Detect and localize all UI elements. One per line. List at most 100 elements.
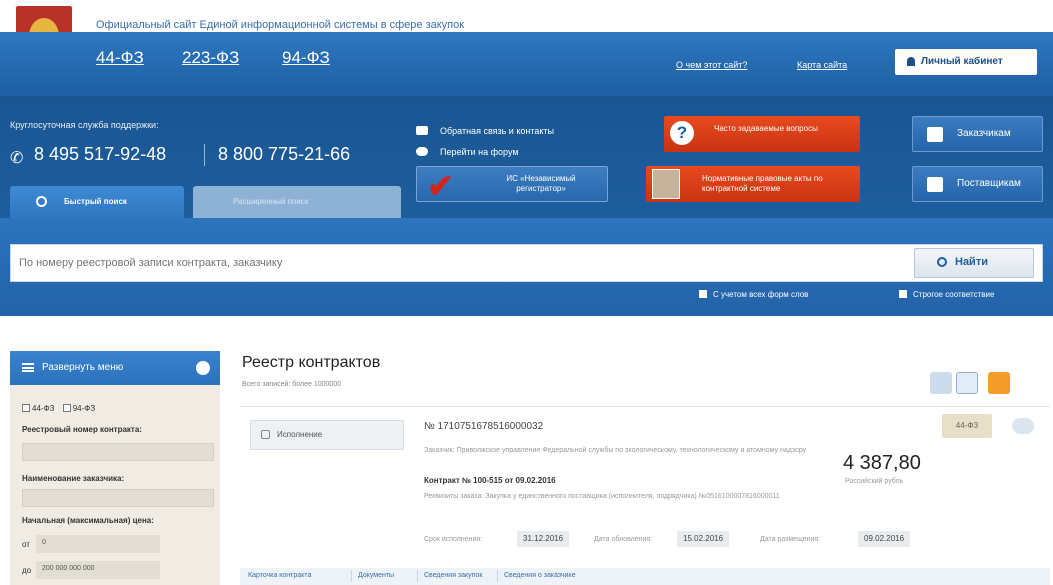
checkmark-icon: ✔ — [427, 168, 454, 204]
search-input[interactable] — [11, 245, 891, 281]
from-label: от — [22, 540, 30, 549]
price-currency: Российский рубль — [845, 478, 904, 485]
law-link-223[interactable]: 223-ФЗ — [182, 48, 239, 68]
download-icon[interactable] — [956, 372, 978, 394]
status-icon — [261, 430, 270, 439]
all-forms-checkbox[interactable]: С учетом всех форм слов — [699, 290, 808, 299]
publish-date: 09.02.2016 — [858, 531, 911, 547]
eye-icon[interactable] — [930, 372, 952, 394]
legal-acts-button[interactable]: Нормативные правовые акты по контрактной… — [646, 166, 860, 202]
find-button[interactable]: Найти — [914, 248, 1034, 278]
status-label: Исполнение — [277, 430, 323, 439]
mail-icon — [416, 126, 428, 135]
support-phone-2: 8 800 775-21-66 — [218, 144, 351, 164]
cabinet-label: Личный кабинет — [921, 56, 1003, 67]
tab-purchase-info[interactable]: Сведения закупок — [424, 572, 482, 579]
top-navbar: 44-ФЗ 223-ФЗ 94-ФЗ О чем этот сайт? Карт… — [0, 32, 1053, 96]
law-94-label: 94-ФЗ — [72, 404, 96, 413]
update-date: 15.02.2016 — [677, 531, 730, 547]
support-phone-1: 8 495 517-92-48 — [34, 144, 167, 164]
publish-date-label: Дата размещения: — [760, 536, 821, 543]
contract-line: Контракт № 100-515 от 09.02.2016 — [424, 476, 556, 485]
tab-documents[interactable]: Документы — [358, 572, 394, 579]
registrator-button[interactable]: ✔ ИС «Независимый регистратор» — [416, 166, 608, 202]
price-to-field[interactable]: 200 000 000 000 — [36, 561, 160, 579]
chat-icon — [416, 147, 428, 156]
suppliers-label: Поставщикам — [957, 178, 1021, 189]
briefcase-icon — [927, 127, 943, 142]
faq-label: Часто задаваемые вопросы — [714, 124, 818, 133]
expand-menu-button[interactable]: Развернуть меню — [10, 351, 220, 385]
personal-cabinet-button[interactable]: Личный кабинет — [895, 49, 1037, 75]
tab-advanced-label: Расширенный поиск — [233, 197, 309, 206]
all-forms-label: С учетом всех форм слов — [713, 290, 809, 299]
forum-link[interactable]: Перейти на форум — [440, 147, 519, 157]
tab-contract-card[interactable]: Карточка контракта — [248, 572, 311, 579]
phone-separator — [204, 144, 205, 166]
lock-icon — [907, 57, 915, 66]
reg-number-field[interactable] — [22, 443, 214, 461]
tab-customer-info[interactable]: Сведения о заказчике — [504, 572, 575, 579]
law-44-label: 44-ФЗ — [32, 404, 55, 413]
exec-date-label: Срок исполнения: — [424, 536, 483, 543]
info-panel: Круглосуточная служба поддержки: ✆ 8 495… — [0, 96, 1053, 218]
status-badge: Исполнение — [250, 420, 404, 450]
checkbox-box — [62, 404, 71, 412]
exact-match-label: Строгое соответствие — [913, 290, 995, 299]
gift-icon — [927, 177, 943, 192]
tab-quick-label: Быстрый поиск — [64, 197, 127, 206]
update-date-label: Дата обновления: — [594, 536, 653, 543]
law-link-44[interactable]: 44-ФЗ — [96, 48, 144, 68]
tab-separator — [417, 570, 418, 582]
exec-date: 31.12.2016 — [517, 531, 570, 547]
price-from-field[interactable]: 0 — [36, 535, 160, 553]
search-circle-icon — [36, 196, 47, 207]
law-94-checkbox[interactable]: 94-ФЗ — [62, 404, 96, 413]
to-label: до — [22, 566, 32, 575]
about-link[interactable]: О чем этот сайт? — [676, 60, 747, 70]
contract-price: 4 387,80 — [843, 452, 921, 474]
question-icon: ? — [670, 121, 694, 145]
checkbox-box — [699, 290, 707, 298]
sitemap-link[interactable]: Карта сайта — [797, 60, 847, 70]
rss-icon[interactable] — [988, 372, 1010, 394]
phone-icon: ✆ — [10, 150, 24, 167]
customer-description: Заказчик: Приволжское управление Федерал… — [424, 447, 807, 454]
law-checkboxes: 44-ФЗ 94-ФЗ — [22, 404, 95, 413]
registrator-label: ИС «Независимый регистратор» — [506, 174, 576, 193]
page-title: Реестр контрактов — [242, 354, 381, 371]
faq-button[interactable]: ? Часто задаваемые вопросы — [664, 116, 860, 152]
toggle-circle-icon[interactable] — [196, 361, 210, 375]
law-44-checkbox[interactable]: 44-ФЗ — [22, 404, 54, 413]
exact-match-checkbox[interactable]: Строгое соответствие — [899, 290, 994, 299]
hamburger-icon — [22, 363, 34, 372]
reg-number-label: Реестровый номер контракта: — [22, 425, 142, 434]
search-box — [10, 244, 1043, 282]
legal-label: Нормативные правовые акты по контрактной… — [702, 174, 823, 193]
tab-advanced-search[interactable]: Расширенный поиск — [193, 186, 401, 218]
feedback-link[interactable]: Обратная связь и контакты — [440, 126, 554, 136]
tab-quick-search[interactable]: Быстрый поиск — [10, 186, 184, 218]
customer-name-label: Наименование заказчика: — [22, 474, 125, 483]
customer-name-field[interactable] — [22, 489, 214, 507]
contract-number[interactable]: № 1710751678516000032 — [424, 421, 543, 432]
suppliers-button[interactable]: Поставщикам — [912, 166, 1043, 202]
expand-menu-label: Развернуть меню — [42, 362, 124, 373]
search-icon — [937, 257, 947, 267]
view-eye-icon[interactable] — [1012, 418, 1034, 434]
find-label: Найти — [955, 256, 988, 268]
checkbox-box — [22, 404, 30, 412]
customers-button[interactable]: Заказчикам — [912, 116, 1043, 152]
tab-separator — [351, 570, 352, 582]
law-badge: 44-ФЗ — [942, 414, 992, 438]
tab-separator — [497, 570, 498, 582]
site-title: Официальный сайт Единой информационной с… — [96, 19, 465, 31]
support-label: Круглосуточная служба поддержки: — [10, 120, 159, 130]
portrait-icon — [652, 169, 680, 199]
checkbox-box — [899, 290, 907, 298]
price-range-label: Начальная (максимальная) цена: — [22, 516, 154, 525]
law-link-94[interactable]: 94-ФЗ — [282, 48, 330, 68]
customers-label: Заказчикам — [957, 128, 1011, 139]
records-count: Всего записей: более 1000000 — [242, 381, 342, 388]
purchase-description: Реквизиты заказа: Закупка у единственног… — [424, 493, 780, 500]
